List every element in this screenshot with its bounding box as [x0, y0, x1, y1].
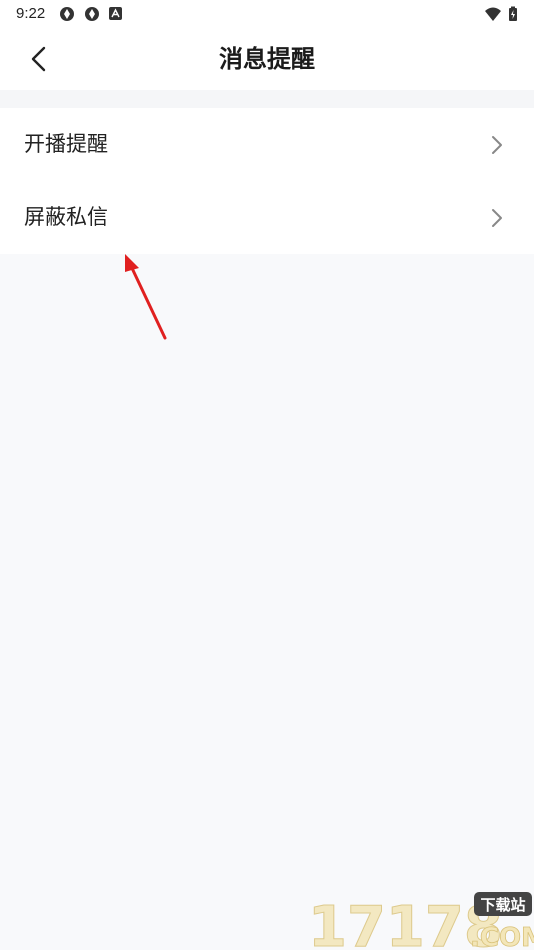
list-item-label: 开播提醒	[24, 132, 108, 156]
list-item-block-private-messages[interactable]: 屏蔽私信	[0, 181, 534, 254]
chevron-right-icon	[492, 209, 502, 227]
status-time: 9:22	[16, 5, 46, 22]
list-item-label: 屏蔽私信	[24, 205, 108, 229]
chevron-right-icon	[492, 136, 502, 154]
wifi-icon	[485, 7, 501, 21]
battery-charging-icon	[509, 6, 517, 21]
aperture-icon	[60, 7, 74, 21]
list-item-live-reminder[interactable]: 开播提醒	[0, 108, 534, 181]
a-badge-icon	[109, 7, 122, 20]
section-divider	[0, 90, 534, 108]
chevron-left-icon[interactable]	[22, 42, 56, 76]
page-title: 消息提醒	[219, 45, 315, 73]
status-bar: 9:22	[0, 0, 534, 28]
annotation-arrow-icon	[125, 254, 167, 340]
settings-list: 开播提醒 屏蔽私信	[0, 108, 534, 254]
watermark-domain: .COM	[470, 923, 534, 950]
aperture-icon	[85, 7, 99, 21]
site-watermark-logo: 17178 下载站 .COM	[308, 892, 534, 950]
watermark-badge: 下载站	[480, 896, 525, 914]
header-bar: 消息提醒	[0, 28, 534, 90]
